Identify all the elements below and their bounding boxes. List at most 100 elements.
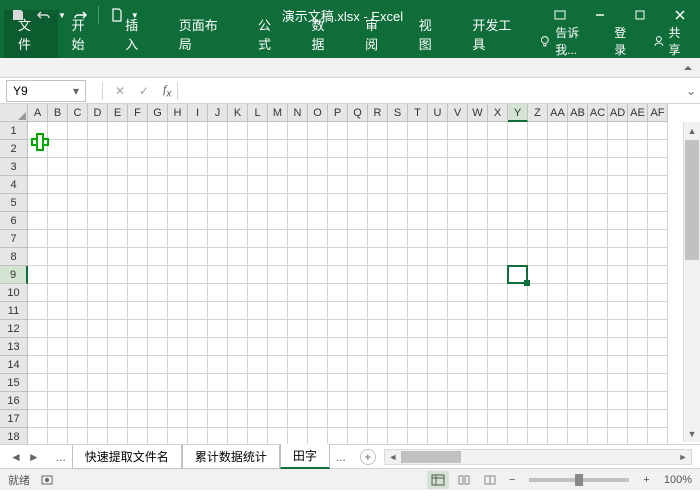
cell[interactable] xyxy=(88,248,108,266)
cell[interactable] xyxy=(528,302,548,320)
cell[interactable] xyxy=(168,338,188,356)
cell[interactable] xyxy=(608,392,628,410)
cell[interactable] xyxy=(428,284,448,302)
cell[interactable] xyxy=(48,212,68,230)
cell[interactable] xyxy=(248,230,268,248)
cancel-formula-button[interactable]: ✕ xyxy=(109,84,131,98)
cell[interactable] xyxy=(568,392,588,410)
formula-bar-input[interactable] xyxy=(186,80,674,102)
cell[interactable] xyxy=(588,122,608,140)
cell[interactable] xyxy=(28,338,48,356)
cell[interactable] xyxy=(228,248,248,266)
cell[interactable] xyxy=(308,140,328,158)
cell[interactable] xyxy=(148,374,168,392)
cell[interactable] xyxy=(588,212,608,230)
cell[interactable] xyxy=(308,158,328,176)
cell[interactable] xyxy=(268,194,288,212)
cell[interactable] xyxy=(248,248,268,266)
cell[interactable] xyxy=(428,194,448,212)
cell[interactable] xyxy=(528,338,548,356)
cell[interactable] xyxy=(488,176,508,194)
cell[interactable] xyxy=(28,248,48,266)
cell[interactable] xyxy=(48,302,68,320)
cell[interactable] xyxy=(348,428,368,444)
cell[interactable] xyxy=(108,194,128,212)
cell[interactable] xyxy=(628,284,648,302)
cell[interactable] xyxy=(448,248,468,266)
row-header[interactable]: 7 xyxy=(0,230,28,248)
cell[interactable] xyxy=(328,284,348,302)
cell[interactable] xyxy=(488,392,508,410)
cell[interactable] xyxy=(388,374,408,392)
cell[interactable] xyxy=(448,410,468,428)
cell[interactable] xyxy=(548,176,568,194)
cell[interactable] xyxy=(368,140,388,158)
cell[interactable] xyxy=(368,212,388,230)
cell[interactable] xyxy=(88,392,108,410)
horizontal-scrollbar[interactable]: ◄ ► xyxy=(384,449,692,465)
cell[interactable] xyxy=(28,320,48,338)
tab-layout[interactable]: 页面布局 xyxy=(165,10,244,58)
cell[interactable] xyxy=(508,410,528,428)
column-header[interactable]: Y xyxy=(508,104,528,122)
row-header[interactable]: 14 xyxy=(0,356,28,374)
cell[interactable] xyxy=(28,230,48,248)
cell[interactable] xyxy=(428,140,448,158)
cell[interactable] xyxy=(388,302,408,320)
cell[interactable] xyxy=(168,392,188,410)
cell[interactable] xyxy=(108,140,128,158)
cell[interactable] xyxy=(568,212,588,230)
cell[interactable] xyxy=(168,194,188,212)
cell[interactable] xyxy=(528,320,548,338)
cell[interactable] xyxy=(408,248,428,266)
cell[interactable] xyxy=(168,302,188,320)
cell[interactable] xyxy=(248,392,268,410)
cell[interactable] xyxy=(568,320,588,338)
cell[interactable] xyxy=(248,194,268,212)
cell[interactable] xyxy=(448,338,468,356)
cell[interactable] xyxy=(208,302,228,320)
cell[interactable] xyxy=(608,428,628,444)
cell[interactable] xyxy=(528,428,548,444)
cell[interactable] xyxy=(448,392,468,410)
cell[interactable] xyxy=(188,158,208,176)
cell[interactable] xyxy=(268,212,288,230)
column-header[interactable]: S xyxy=(388,104,408,122)
cell[interactable] xyxy=(88,356,108,374)
cell[interactable] xyxy=(448,158,468,176)
cell[interactable] xyxy=(388,122,408,140)
cell[interactable] xyxy=(68,320,88,338)
cell[interactable] xyxy=(628,158,648,176)
cell[interactable] xyxy=(288,374,308,392)
cell[interactable] xyxy=(28,410,48,428)
cell[interactable] xyxy=(208,356,228,374)
cell[interactable] xyxy=(448,266,468,284)
column-header[interactable]: E xyxy=(108,104,128,122)
cell[interactable] xyxy=(468,374,488,392)
cell[interactable] xyxy=(348,140,368,158)
cell[interactable] xyxy=(648,284,668,302)
cell[interactable] xyxy=(108,410,128,428)
cell[interactable] xyxy=(548,374,568,392)
tab-data[interactable]: 数据 xyxy=(298,10,352,58)
cell[interactable] xyxy=(88,284,108,302)
cell[interactable] xyxy=(348,410,368,428)
cell[interactable] xyxy=(368,302,388,320)
cell[interactable] xyxy=(608,356,628,374)
cell[interactable] xyxy=(448,194,468,212)
cell[interactable] xyxy=(388,266,408,284)
cell[interactable] xyxy=(348,266,368,284)
cell[interactable] xyxy=(528,266,548,284)
cell[interactable] xyxy=(388,194,408,212)
cell[interactable] xyxy=(428,122,448,140)
column-header[interactable]: Q xyxy=(348,104,368,122)
cell[interactable] xyxy=(68,428,88,444)
horizontal-scroll-thumb[interactable] xyxy=(401,451,461,463)
cell[interactable] xyxy=(448,356,468,374)
cell[interactable] xyxy=(288,122,308,140)
cell[interactable] xyxy=(368,194,388,212)
cell[interactable] xyxy=(608,140,628,158)
cell[interactable] xyxy=(348,284,368,302)
cell[interactable] xyxy=(208,158,228,176)
cell[interactable] xyxy=(248,320,268,338)
